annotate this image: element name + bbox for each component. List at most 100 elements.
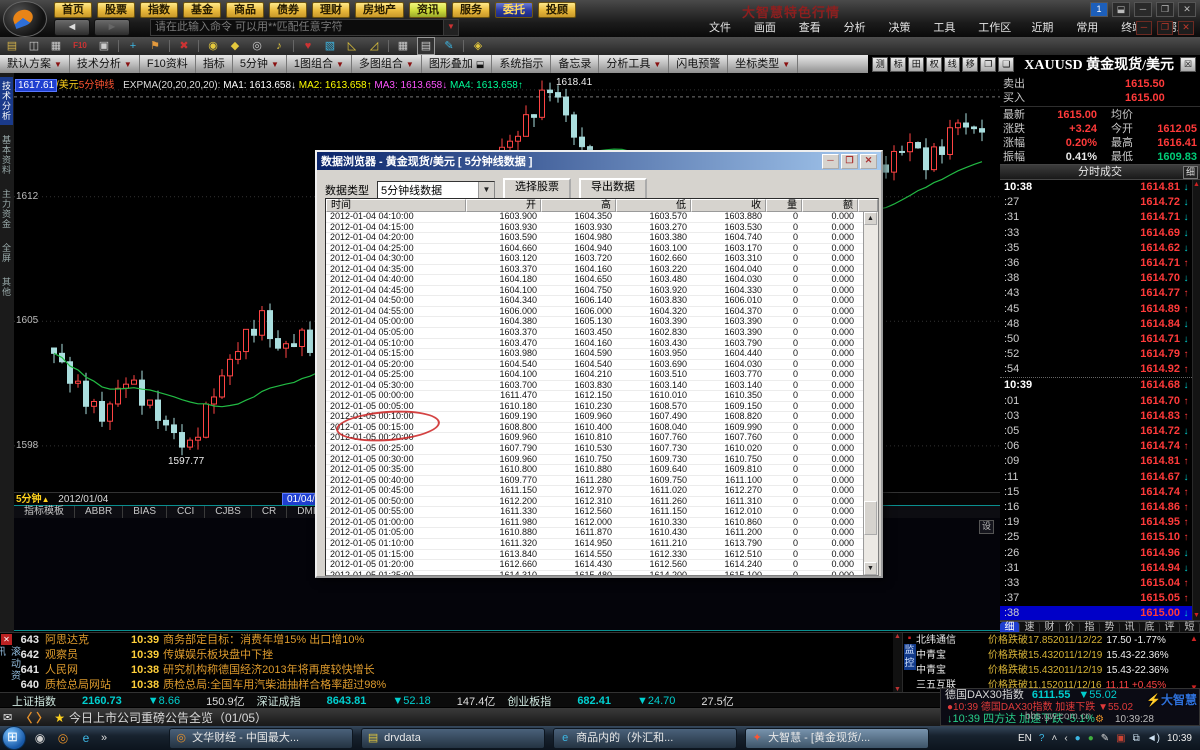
nav-button-首页[interactable]: 首页 bbox=[54, 2, 92, 18]
table-row[interactable]: 2012-01-04 05:20:001604.5401604.5401603.… bbox=[326, 360, 878, 371]
next-announce-icon[interactable]: 〉 bbox=[36, 709, 48, 726]
dialog-titlebar[interactable]: 数据浏览器 - 黄金现货/美元 [ 5分钟线数据 ] ─ ❐ ✕ bbox=[317, 152, 881, 170]
scroll-down-icon[interactable]: ▼ bbox=[864, 562, 877, 575]
scroll-up-icon[interactable]: ▲ bbox=[1193, 181, 1200, 188]
tick-row[interactable]: :431614.77↑ bbox=[1000, 286, 1200, 301]
monitor-icon[interactable]: 1 bbox=[1090, 2, 1108, 17]
back-button[interactable]: ◄ bbox=[54, 19, 90, 36]
mini-button-田[interactable]: 田 bbox=[908, 57, 924, 72]
taskbar-button[interactable]: ▤drvdata bbox=[361, 728, 545, 749]
nav-button-投顾[interactable]: 投顾 bbox=[538, 2, 576, 18]
grid-icon[interactable]: ◫ bbox=[26, 38, 42, 54]
help-icon[interactable]: ? bbox=[1039, 733, 1045, 744]
table-row[interactable]: 2012-01-04 05:00:001604.3801605.1301603.… bbox=[326, 317, 878, 328]
toolbar-item-技术分析[interactable]: 技术分析 ▼ bbox=[70, 55, 140, 73]
alarm-bell-icon[interactable]: ♪ bbox=[271, 38, 287, 54]
alert-row[interactable]: 中青宝价格跌破15.432011/12/1915.43-22.36% bbox=[916, 663, 1188, 678]
tick-row[interactable]: :361614.71↑ bbox=[1000, 256, 1200, 271]
table-row[interactable]: 2012-01-04 05:25:001604.1001604.2101603.… bbox=[326, 370, 878, 381]
announce-bar[interactable]: ✉ 〈 〉 ★ 今日上市公司重磅公告全览（01/05） bbox=[0, 707, 940, 727]
media-player-icon[interactable]: ◉ bbox=[31, 729, 49, 747]
table-row[interactable]: 2012-01-05 01:20:001612.6601614.4301612.… bbox=[326, 560, 878, 571]
brush-icon[interactable]: ✎ bbox=[441, 38, 457, 54]
menu-画面[interactable]: 画面 ▼ bbox=[745, 21, 788, 36]
dialog-scrollbar[interactable]: ▲ ▼ bbox=[863, 212, 878, 575]
column-header-开[interactable]: 开 bbox=[466, 199, 541, 212]
news-row[interactable]: 643阿思达克10:39商务部定目标：消费年增15% 出口增10% bbox=[13, 633, 893, 648]
doc-minimize-button[interactable]: ─ bbox=[1136, 21, 1152, 35]
command-dropdown-icon[interactable]: ▼ bbox=[443, 19, 459, 36]
signal-light-icon[interactable]: ◉ bbox=[205, 38, 221, 54]
binoculars-icon[interactable]: ◎ bbox=[249, 38, 265, 54]
menu-工作区[interactable]: 工作区 ▼ bbox=[969, 21, 1020, 36]
symbol-close-icon[interactable]: ☒ bbox=[1180, 57, 1196, 72]
toolbar-item-5分钟[interactable]: 5分钟 ▼ bbox=[233, 55, 287, 73]
table-row[interactable]: 2012-01-04 04:50:001604.3401606.1401603.… bbox=[326, 296, 878, 307]
tick-scrollbar[interactable]: ▲ ▼ bbox=[1192, 180, 1200, 620]
quick-launch-chevron[interactable]: » bbox=[101, 732, 107, 744]
table-row[interactable]: 2012-01-04 04:30:001603.1201603.7201602.… bbox=[326, 254, 878, 265]
news-row[interactable]: 640质检总局网站10:38质检总局:全国车用汽柴油抽样合格率超过98% bbox=[13, 678, 893, 693]
datatype-combobox[interactable]: 5分钟线数据 ▼ bbox=[377, 181, 495, 199]
messenger-icon[interactable]: ● bbox=[1075, 733, 1081, 744]
menu-决策[interactable]: 决策 ▼ bbox=[880, 21, 923, 36]
table-row[interactable]: 2012-01-05 00:40:001609.7701611.2801609.… bbox=[326, 476, 878, 487]
table-row[interactable]: 2012-01-05 01:10:001611.3201614.9501611.… bbox=[326, 539, 878, 550]
sidebar-tab-其他[interactable]: 其他 bbox=[0, 273, 13, 301]
diamond-yellow-icon[interactable]: ◈ bbox=[470, 38, 486, 54]
table-row[interactable]: 2012-01-04 04:55:001606.0001606.0001604.… bbox=[326, 307, 878, 318]
alert-stock-name[interactable]: 北纬通信 bbox=[916, 633, 988, 648]
note-icon[interactable]: ▤ bbox=[417, 37, 435, 55]
table-row[interactable]: 2012-01-04 05:15:001603.9801604.5901603.… bbox=[326, 349, 878, 360]
nav-button-委托[interactable]: 委托 bbox=[495, 2, 533, 18]
table-row[interactable]: 2012-01-04 04:15:001603.9301603.9301603.… bbox=[326, 223, 878, 234]
toolbar-item-分析工具[interactable]: 分析工具 ▼ bbox=[599, 55, 669, 73]
combo-dropdown-icon[interactable]: ▼ bbox=[478, 182, 494, 198]
prev-announce-icon[interactable]: 〈 bbox=[20, 709, 32, 726]
tick-row[interactable]: 10:381614.81↓ bbox=[1000, 180, 1200, 195]
nav-button-房地产[interactable]: 房地产 bbox=[355, 2, 404, 18]
menu-文件[interactable]: 文件 ▼ bbox=[700, 21, 743, 36]
tick-row[interactable]: :161614.86↑ bbox=[1000, 500, 1200, 515]
toolbar-item-系统指示[interactable]: 系统指示 bbox=[492, 55, 551, 73]
green-status-icon[interactable]: ● bbox=[1088, 733, 1094, 744]
menu-近期[interactable]: 近期 ▼ bbox=[1022, 21, 1065, 36]
menu-查看[interactable]: 查看 ▼ bbox=[790, 21, 833, 36]
scroll-up-icon[interactable]: ▲ bbox=[864, 212, 877, 225]
delete-icon[interactable]: ✖ bbox=[176, 38, 192, 54]
nav-button-基金[interactable]: 基金 bbox=[183, 2, 221, 18]
menu-分析[interactable]: 分析 ▼ bbox=[835, 21, 878, 36]
nav-button-理财[interactable]: 理财 bbox=[312, 2, 350, 18]
minimize-button[interactable]: ─ bbox=[1134, 2, 1152, 17]
split-screen-icon[interactable]: ▦ bbox=[48, 38, 64, 54]
table-row[interactable]: 2012-01-04 05:10:001603.4701604.1601603.… bbox=[326, 339, 878, 350]
table-row[interactable]: 2012-01-05 00:45:001611.1501612.9701611.… bbox=[326, 486, 878, 497]
data-browser-dialog[interactable]: 数据浏览器 - 黄金现货/美元 [ 5分钟线数据 ] ─ ❐ ✕ 数据类型 5分… bbox=[315, 150, 883, 578]
move-cross-icon[interactable]: + bbox=[125, 38, 141, 54]
table-row[interactable]: 2012-01-04 04:45:001604.1001604.7501603.… bbox=[326, 286, 878, 297]
pen-icon[interactable]: ✎ bbox=[1101, 733, 1109, 744]
table-row[interactable]: 2012-01-05 00:50:001612.2001612.3101611.… bbox=[326, 497, 878, 508]
forward-button[interactable]: ► bbox=[94, 19, 130, 36]
tick-row[interactable]: :111614.67↓ bbox=[1000, 470, 1200, 485]
news-row[interactable]: 642观察员10:39传媒娱乐板块盘中下挫 bbox=[13, 648, 893, 663]
sidebar-tab-基本资料[interactable]: 基本资料 bbox=[0, 131, 13, 179]
chrome-icon[interactable]: ◎ bbox=[54, 729, 72, 747]
column-header-量[interactable]: 量 bbox=[766, 199, 802, 212]
indicator-settings-button[interactable]: 设 bbox=[979, 520, 994, 534]
table-row[interactable]: 2012-01-04 04:20:001603.5901604.9801603.… bbox=[326, 233, 878, 244]
hidden-icons-arrow[interactable]: ˄ bbox=[1051, 733, 1057, 744]
taskbar-button[interactable]: e商品内的（外汇和... bbox=[553, 728, 737, 749]
table-row[interactable]: 2012-01-05 00:55:001611.3301612.5601611.… bbox=[326, 507, 878, 518]
mini-button-测[interactable]: 测 bbox=[872, 57, 888, 72]
tick-row[interactable]: :091614.81↑ bbox=[1000, 454, 1200, 469]
news-text[interactable]: 商务部定目标：消费年增15% 出口增10% bbox=[163, 633, 364, 648]
layout-button[interactable]: ❏ bbox=[998, 57, 1014, 72]
tick-row[interactable]: :351614.62↓ bbox=[1000, 241, 1200, 256]
diamond-alert-icon[interactable]: ◆ bbox=[227, 38, 243, 54]
news-close-icon[interactable]: ✕ bbox=[1, 634, 12, 645]
sidebar-tab-主力资金[interactable]: 主力资金 bbox=[0, 185, 13, 233]
toolbar-item-图形叠加[interactable]: 图形叠加 ⬓ bbox=[422, 55, 493, 73]
table-row[interactable]: 2012-01-05 00:35:001610.8001610.8801609.… bbox=[326, 465, 878, 476]
start-button[interactable] bbox=[2, 726, 26, 750]
